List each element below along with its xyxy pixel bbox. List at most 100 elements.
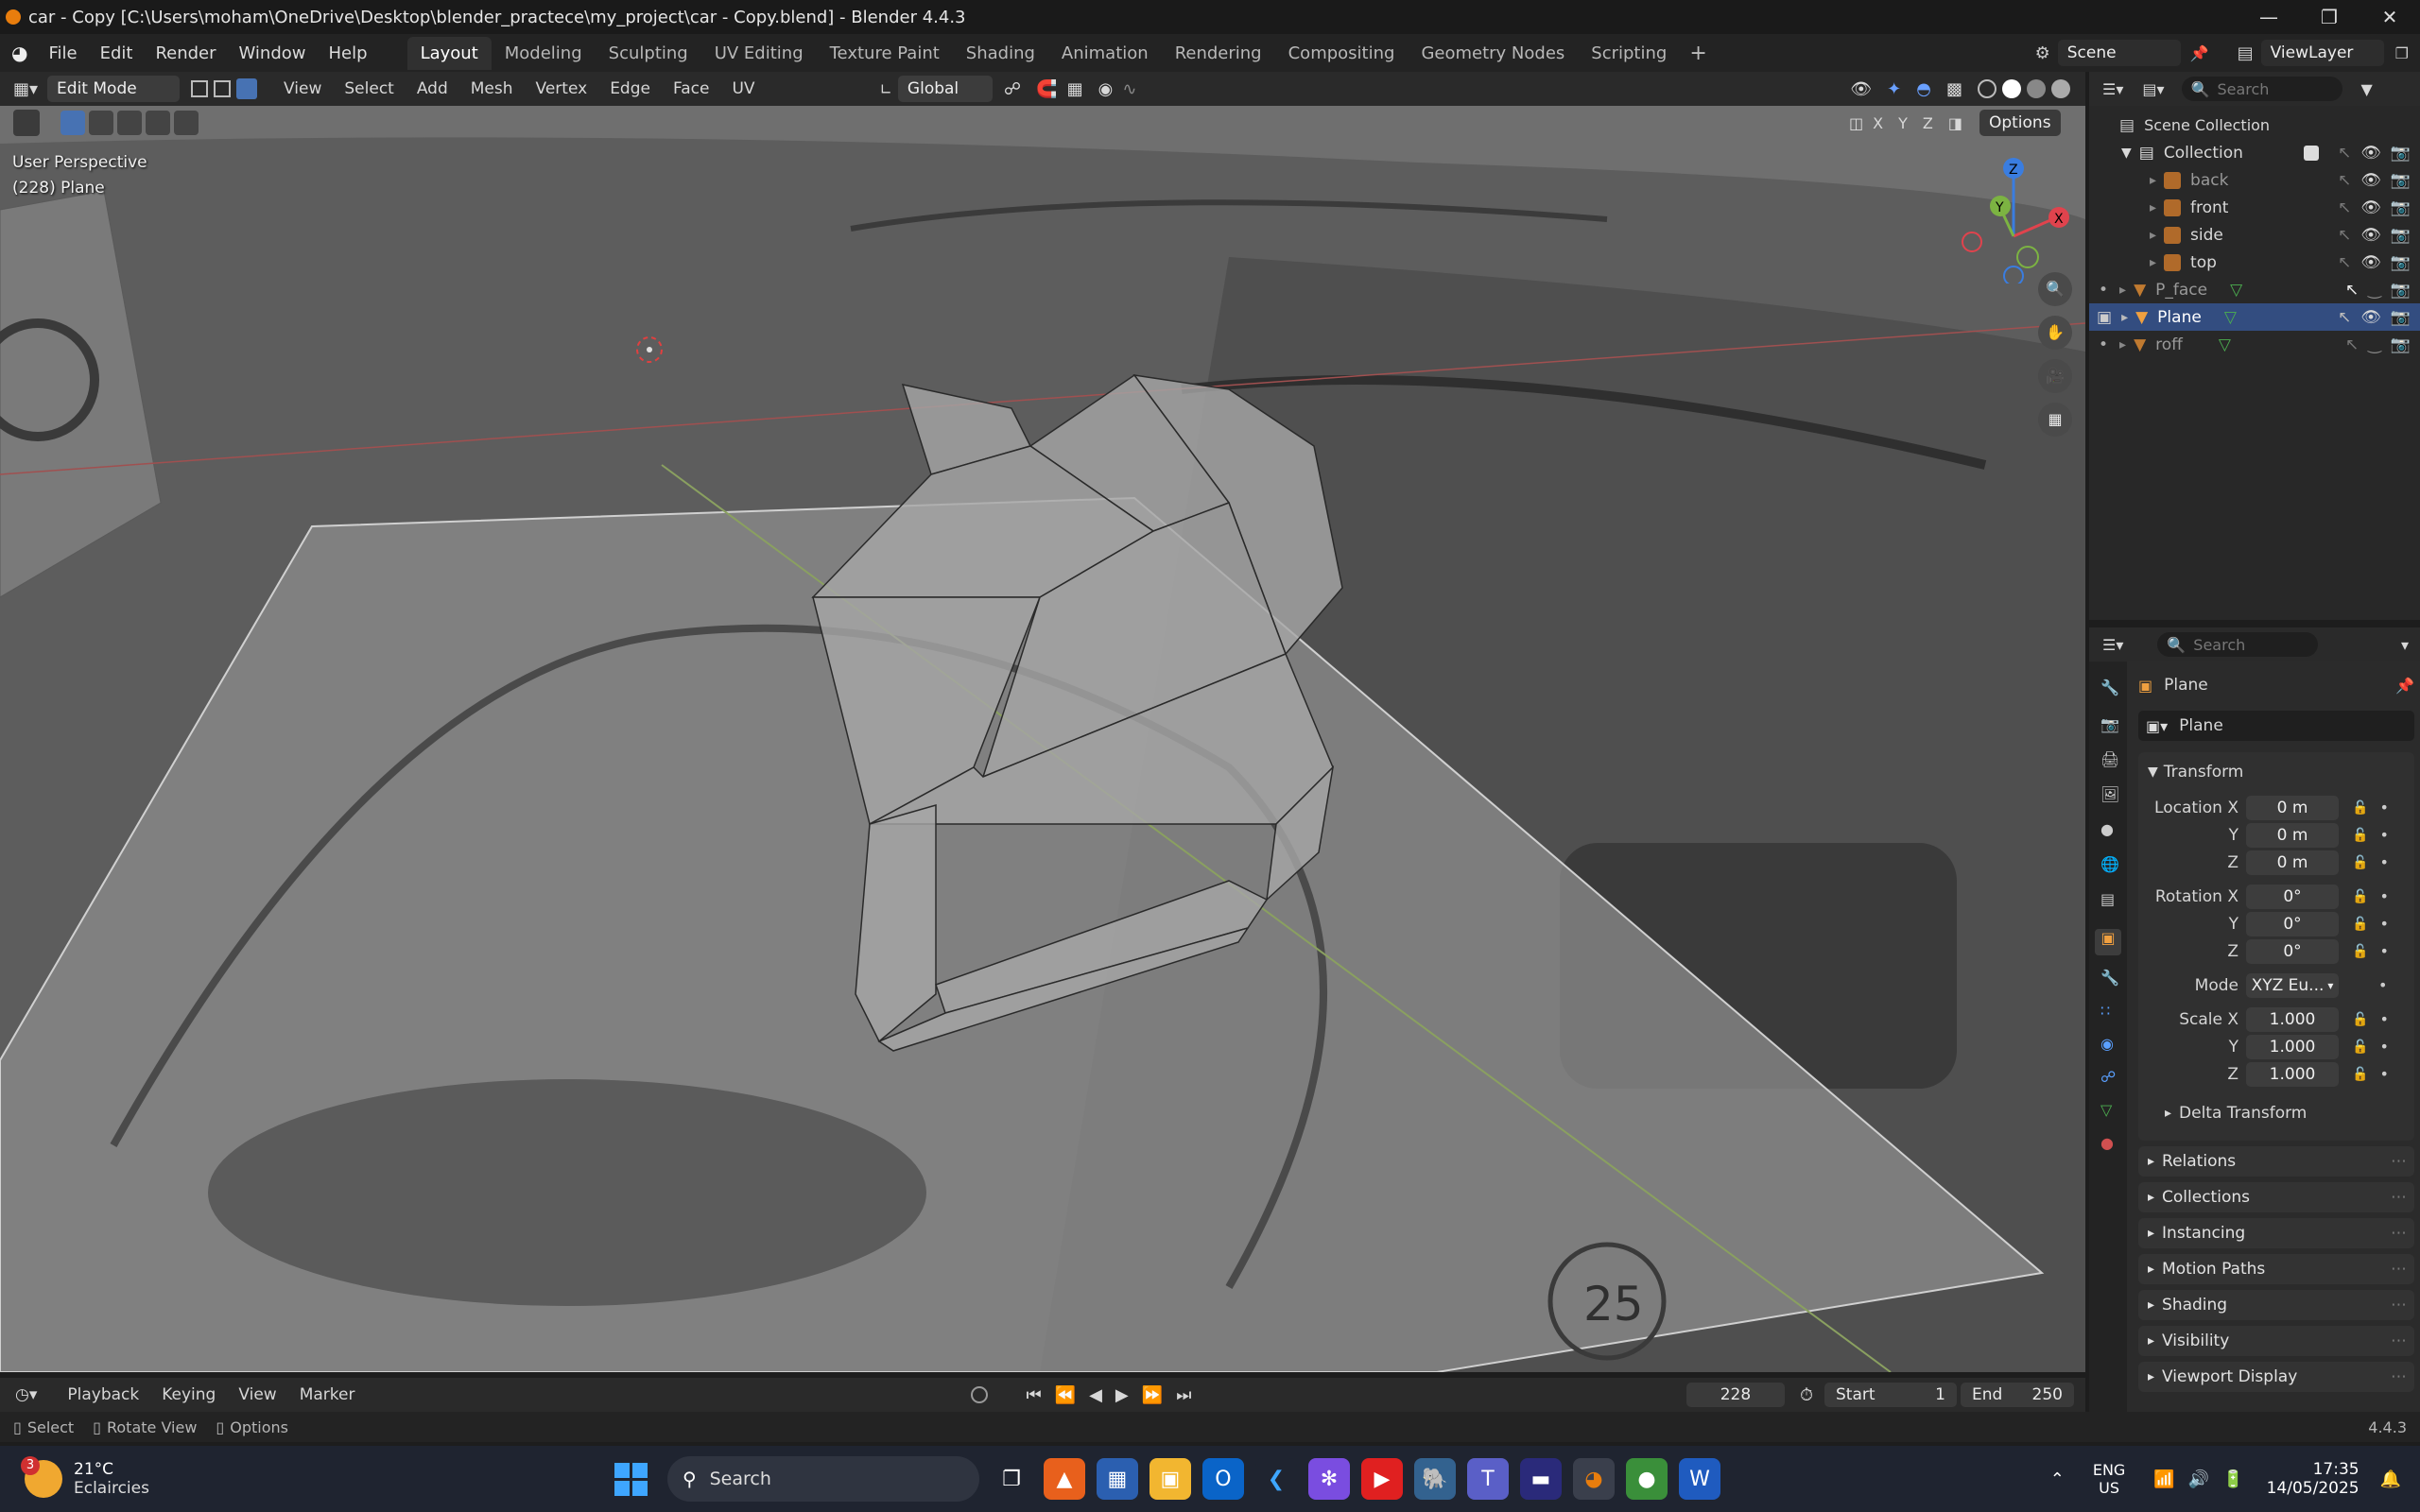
xray-icon[interactable]: ▩ bbox=[1946, 79, 1962, 99]
tab-shading[interactable]: Shading bbox=[953, 37, 1048, 70]
minimize-button[interactable]: — bbox=[2238, 0, 2299, 34]
keyframe-dot-icon[interactable]: • bbox=[2379, 942, 2388, 960]
playback-menu[interactable]: Playback bbox=[56, 1385, 150, 1404]
view-layer-tab-icon[interactable]: 🖼 bbox=[2100, 785, 2127, 803]
timeline-view-menu[interactable]: View bbox=[227, 1385, 287, 1404]
new-viewlayer-icon[interactable]: ❐ bbox=[2395, 44, 2409, 62]
gizmo-icon[interactable]: ✦ bbox=[1887, 79, 1901, 99]
scale-y-field[interactable]: 1.000 bbox=[2246, 1034, 2339, 1059]
collection-checkbox[interactable] bbox=[2303, 145, 2319, 161]
clock[interactable]: 17:35 14/05/2025 bbox=[2267, 1460, 2360, 1498]
panel-collections[interactable]: ▸ Collections ⋯ bbox=[2138, 1182, 2414, 1212]
tab-rendering[interactable]: Rendering bbox=[1162, 37, 1275, 70]
mesh-data-tab-icon[interactable]: ▽ bbox=[2100, 1101, 2127, 1119]
sketchup-app-icon[interactable]: ▲ bbox=[1043, 1458, 1085, 1500]
world-tab-icon[interactable]: 🌐 bbox=[2100, 855, 2127, 873]
outliner-item-plane[interactable]: ▣ ▸ ▼ Plane ▽ ↖ 👁 📷 bbox=[2089, 303, 2420, 331]
vscode-icon[interactable]: ❮ bbox=[1254, 1458, 1297, 1500]
outliner-item-roff[interactable]: • ▸ ▼ roff ▽ ↖ ‿ 📷 bbox=[2089, 331, 2420, 358]
app-icon[interactable]: ▬ bbox=[1519, 1458, 1562, 1500]
tab-layout[interactable]: Layout bbox=[406, 36, 492, 70]
viewlayer-icon[interactable]: ▤ bbox=[2238, 43, 2254, 63]
select-mode-intersect-icon[interactable] bbox=[174, 111, 199, 135]
drag-handle-icon[interactable]: ⋯ bbox=[2391, 1296, 2407, 1314]
panel-shading[interactable]: ▸ Shading ⋯ bbox=[2138, 1290, 2414, 1320]
collection-expand-icon[interactable]: ▼ bbox=[2121, 146, 2132, 161]
start-frame-field[interactable]: Start 1 bbox=[1824, 1383, 1957, 1407]
tab-texture-paint[interactable]: Texture Paint bbox=[817, 37, 953, 70]
selectable-icon[interactable]: ↖ bbox=[2338, 226, 2351, 245]
selectable-icon[interactable]: ↖ bbox=[2338, 253, 2351, 272]
expand-icon[interactable]: ▸ bbox=[2119, 283, 2126, 298]
mirror-icon[interactable]: ◫ bbox=[1849, 114, 1863, 132]
3d-viewport[interactable]: 25 User Perspective (228) Plane ◫ X Y Z … bbox=[0, 106, 2085, 1372]
wifi-icon[interactable]: 📶 bbox=[2153, 1469, 2174, 1489]
lock-icon[interactable]: 🔓 bbox=[2352, 1040, 2368, 1055]
keyframe-dot-icon[interactable]: • bbox=[2379, 1010, 2388, 1028]
select-mode-invert-icon[interactable] bbox=[146, 111, 170, 135]
battery-icon[interactable]: 🔋 bbox=[2222, 1469, 2243, 1489]
keyframe-dot-icon[interactable]: • bbox=[2379, 1065, 2388, 1083]
panel-instancing[interactable]: ▸ Instancing ⋯ bbox=[2138, 1218, 2414, 1248]
camera-icon[interactable]: 📷 bbox=[2391, 226, 2411, 245]
visibility-icon[interactable]: 👁 bbox=[1850, 79, 1872, 99]
face-select-icon[interactable] bbox=[236, 78, 258, 99]
falloff-icon[interactable]: ∿ bbox=[1122, 79, 1136, 99]
tab-modeling[interactable]: Modeling bbox=[492, 37, 596, 70]
physics-tab-icon[interactable]: ◉ bbox=[2100, 1035, 2127, 1053]
auto-key-icon[interactable] bbox=[971, 1386, 989, 1403]
scene-collection-row[interactable]: ▤ Scene Collection bbox=[2089, 112, 2420, 139]
expand-icon[interactable]: ▸ bbox=[2150, 200, 2156, 215]
keyframe-dot-icon[interactable]: • bbox=[2378, 976, 2387, 994]
mirror-z-toggle[interactable]: Z bbox=[1923, 114, 1933, 132]
object-browse-icon[interactable]: ▣▾ bbox=[2146, 717, 2168, 735]
menu-mesh[interactable]: Mesh bbox=[459, 79, 525, 98]
close-button[interactable]: ✕ bbox=[2360, 0, 2420, 34]
auto-merge-icon[interactable]: ◨ bbox=[1948, 114, 1962, 132]
rotation-mode-dropdown[interactable]: XYZ Eu... ▾ bbox=[2246, 972, 2339, 998]
expand-icon[interactable]: ▸ bbox=[2150, 255, 2156, 270]
object-tab-icon[interactable]: ▣ bbox=[2095, 929, 2121, 955]
scale-x-field[interactable]: 1.000 bbox=[2246, 1006, 2339, 1032]
task-view-icon[interactable]: ❐ bbox=[991, 1458, 1032, 1500]
outliner-item-back[interactable]: ▸ back ↖ 👁 📷 bbox=[2089, 166, 2420, 194]
expand-icon[interactable]: ▸ bbox=[2150, 228, 2156, 243]
keyframe-dot-icon[interactable]: • bbox=[2379, 799, 2388, 816]
selectable-icon[interactable]: ↖ bbox=[2345, 335, 2359, 354]
next-keyframe-icon[interactable]: ⏩ bbox=[1142, 1385, 1163, 1405]
constraints-tab-icon[interactable]: ☍ bbox=[2100, 1068, 2127, 1086]
filter-icon[interactable]: ▼ bbox=[2361, 80, 2373, 98]
chevron-up-icon[interactable]: ⌃ bbox=[2050, 1469, 2065, 1489]
selectable-icon[interactable]: ↖ bbox=[2338, 308, 2351, 327]
mirror-y-toggle[interactable]: Y bbox=[1898, 114, 1908, 132]
eye-icon[interactable]: 👁 bbox=[2360, 171, 2381, 190]
particles-tab-icon[interactable]: ∷ bbox=[2100, 1002, 2127, 1020]
microsoft-store-icon[interactable]: ▦ bbox=[1096, 1458, 1138, 1500]
collection-tab-icon[interactable]: ▤ bbox=[2100, 890, 2127, 908]
camera-icon[interactable]: 📷 bbox=[2391, 253, 2411, 272]
current-frame-field[interactable]: 228 bbox=[1685, 1383, 1785, 1407]
m365-copilot-icon[interactable]: ✻ bbox=[1307, 1458, 1350, 1500]
editor-type-icon[interactable]: ▦▾ bbox=[13, 79, 38, 99]
panel-motion-paths[interactable]: ▸ Motion Paths ⋯ bbox=[2138, 1254, 2414, 1284]
tool-tab-icon[interactable]: 🔧 bbox=[2100, 679, 2127, 696]
play-icon[interactable]: ▶ bbox=[1115, 1385, 1129, 1405]
panel-visibility[interactable]: ▸ Visibility ⋯ bbox=[2138, 1326, 2414, 1356]
lock-icon[interactable]: 🔓 bbox=[2352, 1012, 2368, 1027]
weather-widget[interactable]: 3 21°C Eclaircies bbox=[21, 1456, 149, 1498]
notification-bell-icon[interactable]: 🔔 bbox=[2380, 1469, 2401, 1489]
outlook-icon[interactable]: O bbox=[1201, 1458, 1244, 1500]
play-reverse-icon[interactable]: ◀ bbox=[1089, 1385, 1102, 1405]
menu-edit[interactable]: Edit bbox=[89, 43, 145, 63]
zoom-icon[interactable]: 🔍 bbox=[2038, 272, 2072, 306]
keyframe-dot-icon[interactable]: • bbox=[2379, 1038, 2388, 1056]
eye-icon[interactable]: 👁 bbox=[2360, 144, 2381, 163]
maximize-button[interactable]: ❐ bbox=[2299, 0, 2360, 34]
eye-closed-icon[interactable]: ‿ bbox=[2368, 281, 2381, 300]
selectable-icon[interactable]: ↖ bbox=[2345, 281, 2359, 300]
outliner-search-field[interactable]: 🔍 Search bbox=[2181, 77, 2342, 101]
menu-render[interactable]: Render bbox=[144, 43, 227, 63]
select-mode-new-icon[interactable] bbox=[60, 111, 85, 135]
lock-icon[interactable]: 🔓 bbox=[2352, 1067, 2368, 1082]
scene-selector[interactable]: Scene bbox=[2057, 40, 2181, 66]
